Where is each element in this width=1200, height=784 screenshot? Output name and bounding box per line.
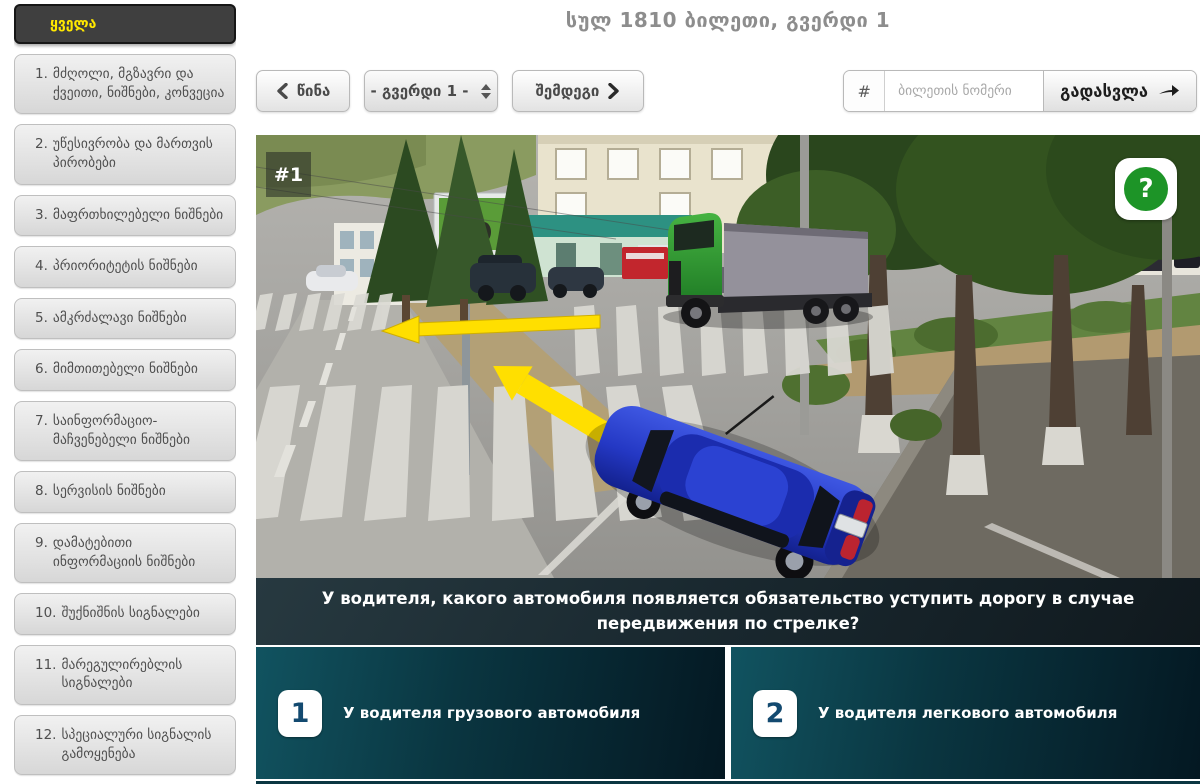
item-number: 11. — [35, 656, 56, 693]
sidebar-item-3[interactable]: 3. მაფრთხილებელი ნიშნები — [14, 195, 236, 237]
ticket-number-input[interactable] — [885, 71, 1043, 111]
answers-row: 1 У водителя грузового автомобиля 2 У во… — [256, 647, 1200, 779]
page-title: სულ 1810 ბილეთი, გვერდი 1 — [256, 8, 1200, 32]
item-label: ამკრძალავი ნიშნები — [53, 309, 187, 328]
sidebar-item-5[interactable]: 5. ამკრძალავი ნიშნები — [14, 298, 236, 340]
red-kiosk — [622, 247, 668, 279]
answer-label: У водителя легкового автомобиля — [818, 704, 1117, 722]
item-number: 3. — [35, 206, 48, 225]
sidebar-item-1[interactable]: 1.მძღოლი, მგზავრი და ქვეითი, ნიშნები, კო… — [14, 54, 236, 114]
sidebar-item-10[interactable]: 10. შუქნიშნის სიგნალები — [14, 593, 236, 635]
chevron-left-icon — [276, 83, 288, 99]
item-label: მძღოლი, მგზავრი და ქვეითი, ნიშნები, კონვ… — [53, 65, 225, 102]
answer-option-2[interactable]: 2 У водителя легкового автомобиля — [731, 647, 1200, 779]
go-button[interactable]: გადასვლა — [1043, 71, 1196, 111]
item-label: სპეციალური სიგნალის გამოყენება — [61, 726, 225, 763]
item-number: 6. — [35, 360, 48, 379]
truck — [663, 213, 873, 329]
arrow-right-icon — [1158, 83, 1180, 99]
sidebar: ყველა 1.მძღოლი, მგზავრი და ქვეითი, ნიშნე… — [14, 4, 236, 784]
item-number: 2. — [35, 135, 48, 172]
answer-label: У водителя грузового автомобиля — [343, 704, 640, 722]
item-label: მაფრთხილებელი ნიშნები — [53, 206, 223, 225]
item-number: 5. — [35, 309, 48, 328]
answer-option-1[interactable]: 1 У водителя грузового автомобиля — [256, 647, 725, 779]
go-label: გადასვლა — [1060, 82, 1148, 101]
select-arrows-icon — [481, 84, 491, 99]
main-panel: სულ 1810 ბილეთი, გვერდი 1 წინა - გვერდი … — [256, 0, 1200, 784]
chevron-right-icon — [608, 83, 620, 99]
item-label: უწესივრობა და მართვის პირობები — [53, 135, 225, 172]
sidebar-item-11[interactable]: 11.მარეგულირებლის სიგნალები — [14, 645, 236, 705]
answer-number-badge: 2 — [753, 690, 797, 737]
prev-button[interactable]: წინა — [256, 70, 350, 112]
help-button[interactable]: ? — [1115, 158, 1177, 220]
sidebar-item-2[interactable]: 2.უწესივრობა და მართვის პირობები — [14, 124, 236, 184]
question-photo: #1 ? — [256, 135, 1200, 578]
item-number: 1. — [35, 65, 48, 102]
item-label: შუქნიშნის სიგნალები — [61, 604, 199, 623]
answer-number-badge: 1 — [278, 690, 322, 737]
item-number: 7. — [35, 412, 48, 449]
toolbar: წინა - გვერდი 1 - შემდეგი # გადასვლა — [256, 70, 1200, 114]
app-root: ყველა 1.მძღოლი, მგზავრი და ქვეითი, ნიშნე… — [0, 0, 1200, 784]
item-number: 10. — [35, 604, 56, 623]
item-number: 4. — [35, 257, 48, 276]
sidebar-item-7[interactable]: 7.საინფორმაციო-მაჩვენებელი ნიშნები — [14, 401, 236, 461]
sidebar-item-8[interactable]: 8. სერვისის ნიშნები — [14, 471, 236, 513]
item-number: 8. — [35, 482, 48, 501]
page-select[interactable]: - გვერდი 1 - — [364, 70, 498, 112]
item-number: 12. — [35, 726, 56, 763]
prev-label: წინა — [297, 82, 331, 100]
traffic-scene — [256, 135, 1200, 578]
sidebar-item-6[interactable]: 6. მიმთითებელი ნიშნები — [14, 349, 236, 391]
sidebar-item-12[interactable]: 12.სპეციალური სიგნალის გამოყენება — [14, 715, 236, 775]
item-label: საინფორმაციო-მაჩვენებელი ნიშნები — [53, 412, 225, 449]
question-text: У водителя, какого автомобиля появляется… — [256, 578, 1200, 645]
utility-pole — [1162, 215, 1172, 578]
sidebar-item-4[interactable]: 4. პრიორიტეტის ნიშნები — [14, 246, 236, 288]
hash-label: # — [844, 71, 885, 111]
next-label: შემდეგი — [536, 82, 600, 100]
question-number-badge: #1 — [266, 152, 311, 197]
question-mark-icon: ? — [1124, 167, 1168, 211]
item-label: დამატებითი ინფორმაციის ნიშნები — [53, 534, 225, 571]
ticket-goto-group: # გადასვლა — [843, 70, 1197, 112]
sidebar-item-9[interactable]: 9.დამატებითი ინფორმაციის ნიშნები — [14, 523, 236, 583]
item-label: მარეგულირებლის სიგნალები — [61, 656, 225, 693]
item-label: პრიორიტეტის ნიშნები — [53, 257, 198, 276]
sidebar-item-all[interactable]: ყველა — [14, 4, 236, 44]
next-button[interactable]: შემდეგი — [512, 70, 644, 112]
item-label: მიმთითებელი ნიშნები — [53, 360, 198, 379]
item-label: სერვისის ნიშნები — [53, 482, 166, 501]
page-select-value: - გვერდი 1 - — [371, 82, 469, 100]
kiosk-sign — [626, 253, 664, 259]
item-number: 9. — [35, 534, 48, 571]
